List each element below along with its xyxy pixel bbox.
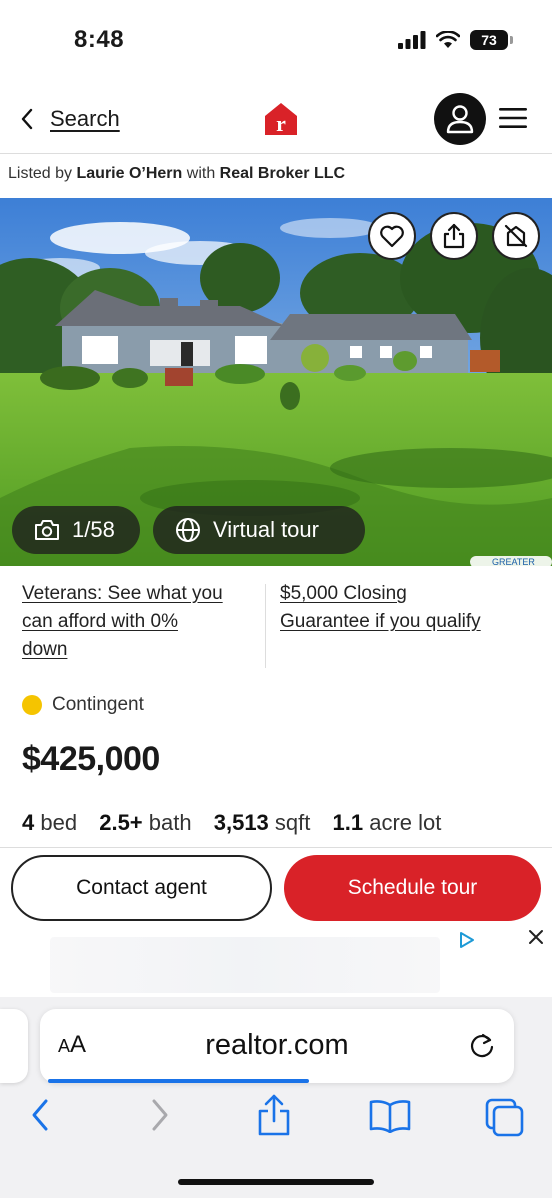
- promo-text: $5,000 Closing: [280, 583, 407, 604]
- share-icon: [443, 223, 465, 249]
- cellular-signal-icon: [398, 31, 426, 49]
- tabs-icon[interactable]: [484, 1097, 526, 1137]
- back-to-search-button[interactable]: Search: [20, 106, 120, 132]
- promo-text: Veterans: See what you: [22, 583, 223, 604]
- chevron-left-icon: [21, 108, 33, 130]
- previous-tab-preview[interactable]: [0, 1009, 28, 1083]
- address-bar[interactable]: AA realtor.com: [40, 1009, 514, 1083]
- schedule-tour-button[interactable]: Schedule tour: [284, 855, 541, 921]
- account-avatar-button[interactable]: [434, 93, 486, 145]
- promo-text: can afford with 0%: [22, 611, 178, 632]
- browser-share-icon[interactable]: [256, 1093, 292, 1137]
- listing-agent: Laurie O’Hern: [76, 165, 183, 182]
- svg-text:r: r: [276, 111, 286, 136]
- lot-unit: acre lot: [369, 810, 442, 835]
- globe-icon: [176, 518, 200, 542]
- closing-guarantee-link[interactable]: $5,000 Closing Guarantee if you qualify: [280, 580, 481, 636]
- close-icon[interactable]: [528, 929, 544, 945]
- beds-unit: bed: [40, 810, 78, 835]
- home-indicator: [178, 1179, 374, 1185]
- listed-by-prefix: Listed by: [8, 165, 73, 182]
- user-icon: [446, 105, 474, 134]
- listing-status: Contingent: [22, 694, 144, 716]
- promo-links: Veterans: See what you can afford with 0…: [0, 580, 552, 668]
- lot-value: 1.1: [332, 810, 364, 835]
- heart-icon: [380, 225, 404, 248]
- share-button[interactable]: [430, 212, 478, 260]
- promo-text: Guarantee if you qualify: [280, 611, 481, 632]
- favorite-button[interactable]: [368, 212, 416, 260]
- back-label: Search: [50, 106, 120, 131]
- listing-attribution: Listed by Laurie O’Hern with Real Broker…: [8, 165, 345, 183]
- photo-counter-button[interactable]: 1/58: [12, 506, 140, 554]
- listing-price: $425,000: [22, 740, 160, 778]
- status-time: 8:48: [74, 26, 125, 53]
- browser-forward-icon[interactable]: [148, 1097, 172, 1133]
- status-label: Contingent: [52, 694, 144, 715]
- veterans-promo-link[interactable]: Veterans: See what you can afford with 0…: [22, 580, 223, 664]
- battery-icon: 73: [470, 30, 513, 50]
- hamburger-menu-button[interactable]: [498, 106, 528, 135]
- baths-value: 2.5+: [99, 810, 143, 835]
- contact-agent-button[interactable]: Contact agent: [11, 855, 272, 921]
- status-icons: 73: [398, 30, 513, 50]
- app-header: Search r: [0, 88, 552, 154]
- listed-with: with: [186, 165, 216, 182]
- action-bar: Contact agent Schedule tour: [0, 847, 552, 929]
- hide-listing-button[interactable]: [492, 212, 540, 260]
- reload-icon: [470, 1033, 494, 1058]
- virtual-tour-button[interactable]: Virtual tour: [153, 506, 365, 554]
- bookmarks-icon[interactable]: [368, 1099, 412, 1133]
- property-specs: 4 bed 2.5+ bath 3,513 sqft 1.1 acre lot: [22, 810, 441, 836]
- beds-value: 4: [22, 810, 35, 835]
- sqft-unit: sqft: [274, 810, 311, 835]
- realtor-logo-icon: r: [265, 103, 297, 136]
- wifi-icon: [436, 31, 460, 48]
- hide-home-icon: [504, 224, 528, 248]
- ad-content: [50, 937, 440, 993]
- baths-unit: bath: [148, 810, 192, 835]
- browser-toolbar: AA realtor.com: [0, 997, 552, 1198]
- realtor-logo[interactable]: r: [264, 102, 298, 141]
- status-dot-icon: [22, 695, 42, 715]
- battery-level: 73: [481, 32, 497, 48]
- reload-button[interactable]: [468, 1031, 496, 1066]
- browser-back-icon[interactable]: [28, 1097, 52, 1133]
- listing-broker: Real Broker LLC: [219, 165, 346, 182]
- url-text: realtor.com: [205, 1029, 349, 1061]
- promo-text: down: [22, 639, 68, 660]
- promo-divider: [265, 584, 266, 668]
- photo-watermark: GREATER: [492, 557, 535, 566]
- status-bar: 8:48 73: [0, 0, 552, 80]
- page-load-progress: [48, 1079, 309, 1083]
- sqft-value: 3,513: [213, 810, 269, 835]
- adchoices-icon[interactable]: [458, 931, 476, 949]
- virtual-tour-label: Virtual tour: [213, 517, 319, 542]
- listing-photo[interactable]: GREATER 1/58 Virtual tour: [0, 198, 552, 566]
- ad-banner[interactable]: [0, 929, 552, 997]
- camera-icon: [35, 520, 59, 540]
- photo-counter: 1/58: [72, 517, 115, 542]
- hamburger-menu-icon: [499, 108, 527, 128]
